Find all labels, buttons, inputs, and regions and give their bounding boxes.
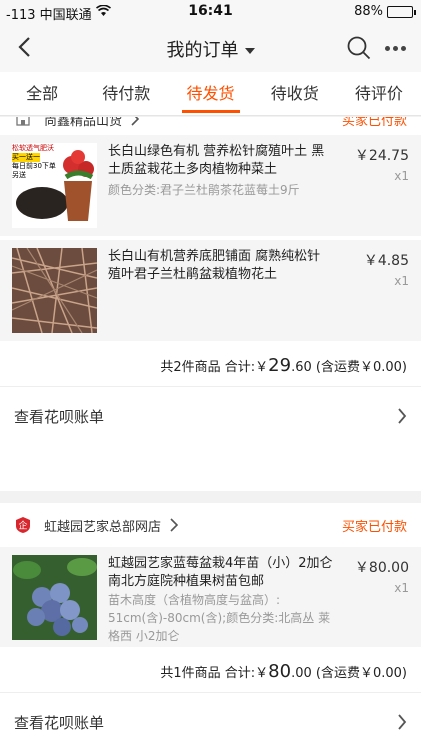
product-title: 虹越园艺家蓝莓盆栽4年苗（小）2加仑南北方庭院种植果树苗包邮 — [108, 556, 333, 589]
currency-symbol: ￥ — [255, 666, 269, 681]
order-card[interactable]: 尚鑫精品山货 买家已付款 松软透气肥沃 买一送一 每日前30下单 另送 长白山绿… — [0, 117, 421, 491]
promo-text: 买一送一 — [12, 153, 40, 162]
shop-header[interactable]: 尚鑫精品山货 买家已付款 — [0, 117, 421, 135]
item-count: 共1件商品 合计: — [160, 666, 256, 681]
chevron-right-icon — [170, 518, 179, 532]
order-status-badge: 买家已付款 — [341, 117, 407, 129]
promo-text: 松软透气肥沃 — [12, 144, 54, 152]
shipping-fee: (含运费￥0.00) — [315, 360, 407, 375]
view-huabei-bill-link[interactable]: 查看花呗账单 — [0, 693, 421, 750]
chevron-right-icon — [131, 117, 140, 126]
product-spec: 颜色分类:君子兰杜鹃茶花蓝莓土9斤 — [108, 183, 300, 197]
product-price: ￥80.00 — [354, 560, 409, 576]
item-count: 共2件商品 合计: — [160, 360, 256, 375]
more-options-icon[interactable] — [385, 37, 407, 59]
product-price: ￥4.85 — [363, 253, 409, 269]
order-item[interactable]: 长白山有机营养底肥铺面 腐熟纯松针殖叶君子兰杜鹃盆栽植物花土 ￥4.85 x1 — [0, 240, 421, 341]
status-bar: -113 中国联通 16:41 88% — [0, 0, 421, 24]
total-amount-decimal: .60 — [291, 360, 312, 375]
total-amount-decimal: .00 — [291, 666, 312, 681]
promo-text: 每日前30下单 — [12, 162, 56, 170]
navigation-bar: 我的订单 — [0, 24, 421, 72]
tab-all[interactable]: 全部 — [0, 72, 84, 115]
order-status-tabs: 全部 待付款 待发货 待收货 待评价 — [0, 72, 421, 116]
product-image — [12, 248, 97, 333]
order-item[interactable]: 虹越园艺家蓝莓盆栽4年苗（小）2加仑南北方庭院种植果树苗包邮 苗木高度（含植物高… — [0, 547, 421, 647]
total-amount-integer: 80 — [268, 661, 292, 682]
section-divider — [0, 491, 421, 503]
bill-link-label: 查看花呗账单 — [14, 713, 105, 732]
page-title-text: 我的订单 — [166, 40, 239, 61]
svg-text:企: 企 — [18, 520, 27, 532]
order-summary: 共1件商品 合计:￥80.00 (含运费￥0.00) — [0, 651, 421, 693]
shop-header[interactable]: 企 虹越园艺家总部网店 买家已付款 — [0, 503, 421, 547]
chevron-right-icon — [398, 408, 407, 424]
order-list[interactable]: 尚鑫精品山货 买家已付款 松软透气肥沃 买一送一 每日前30下单 另送 长白山绿… — [0, 117, 421, 750]
product-spec: 苗木高度（含植物高度与盆高）: 51cm(含)-80cm(含);颜色分类:北高丛… — [108, 593, 331, 643]
product-quantity: x1 — [394, 274, 409, 288]
product-quantity: x1 — [394, 169, 409, 183]
shop-logo-icon: 企 — [16, 517, 30, 533]
order-status-badge: 买家已付款 — [341, 519, 407, 535]
search-icon[interactable] — [347, 36, 371, 60]
shipping-fee: (含运费￥0.00) — [315, 666, 407, 681]
tab-pending-shipment[interactable]: 待发货 — [168, 72, 252, 115]
product-title: 长白山有机营养底肥铺面 腐熟纯松针殖叶君子兰杜鹃盆栽植物花土 — [108, 249, 321, 282]
order-item[interactable]: 松软透气肥沃 买一送一 每日前30下单 另送 长白山绿色有机 营养松针腐殖叶土 … — [0, 135, 421, 236]
chevron-right-icon — [398, 714, 407, 730]
order-card[interactable]: 企 虹越园艺家总部网店 买家已付款 虹越园艺家蓝莓盆栽4年苗（小）2加仑南北方庭… — [0, 503, 421, 750]
chevron-down-icon — [244, 48, 255, 54]
currency-symbol: ￥ — [255, 360, 269, 375]
bill-link-label: 查看花呗账单 — [14, 407, 105, 426]
tab-pending-receipt[interactable]: 待收货 — [253, 72, 337, 115]
product-title: 长白山绿色有机 营养松针腐殖叶土 黑土质盆栽花土多肉植物种菜土 — [108, 144, 325, 177]
tab-pending-review[interactable]: 待评价 — [337, 72, 421, 115]
tab-pending-payment[interactable]: 待付款 — [84, 72, 168, 115]
product-image: 松软透气肥沃 买一送一 每日前30下单 另送 — [12, 143, 97, 228]
shop-name: 虹越园艺家总部网店 — [44, 519, 162, 535]
battery-percent: 88% — [354, 4, 383, 19]
battery-icon — [387, 5, 416, 18]
promo-text: 另送 — [12, 171, 26, 179]
product-image — [12, 555, 97, 640]
product-price: ￥24.75 — [354, 148, 409, 164]
shop-name: 尚鑫精品山货 — [44, 117, 123, 129]
store-icon — [16, 117, 30, 126]
product-quantity: x1 — [394, 581, 409, 595]
order-summary: 共2件商品 合计:￥29.60 (含运费￥0.00) — [0, 345, 421, 387]
total-amount-integer: 29 — [268, 355, 292, 376]
view-huabei-bill-link[interactable]: 查看花呗账单 — [0, 387, 421, 445]
